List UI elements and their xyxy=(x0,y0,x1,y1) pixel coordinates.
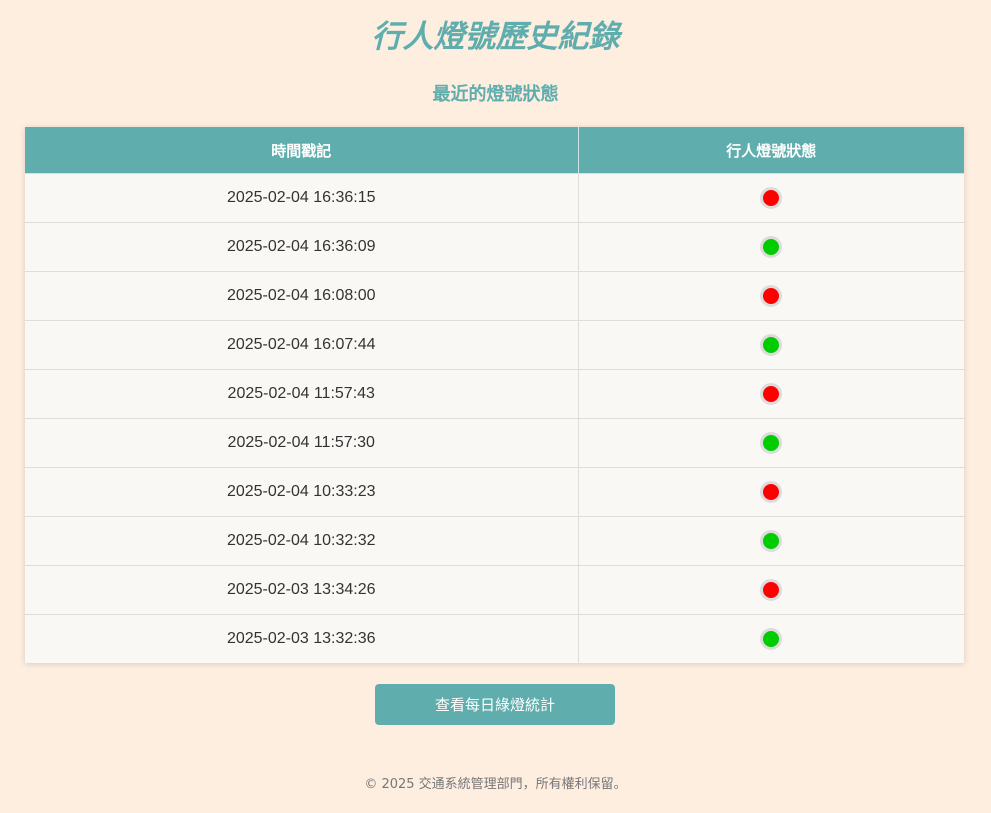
table-row: 2025-02-04 11:57:43 xyxy=(25,369,964,419)
status-cell xyxy=(578,369,964,419)
status-cell xyxy=(578,565,964,615)
red-light-icon xyxy=(760,383,783,405)
timestamp-cell: 2025-02-03 13:34:26 xyxy=(25,565,579,615)
daily-green-stats-button[interactable]: 查看每日綠燈統計 xyxy=(375,684,615,725)
table-row: 2025-02-04 11:57:30 xyxy=(25,418,964,468)
red-light-icon xyxy=(760,579,783,601)
section-subtitle: 最近的燈號狀態 xyxy=(432,84,559,105)
green-light-icon xyxy=(760,432,783,454)
timestamp-cell: 2025-02-04 16:36:15 xyxy=(25,173,579,223)
timestamp-cell: 2025-02-03 13:32:36 xyxy=(25,614,579,663)
status-cell xyxy=(578,320,964,370)
status-cell xyxy=(578,271,964,321)
table-row: 2025-02-04 16:08:00 xyxy=(25,271,964,321)
red-light-icon xyxy=(760,285,783,307)
timestamp-cell: 2025-02-04 11:57:30 xyxy=(25,418,579,468)
status-cell xyxy=(578,222,964,272)
page: 行人燈號歷史紀錄 最近的燈號狀態 時間戳記 行人燈號狀態 2025-02-04 … xyxy=(0,0,991,813)
table-row: 2025-02-04 10:33:23 xyxy=(25,467,964,517)
table-row: 2025-02-04 16:36:15 xyxy=(25,173,964,223)
timestamp-cell: 2025-02-04 10:33:23 xyxy=(25,467,579,517)
status-cell xyxy=(578,614,964,663)
column-header-status: 行人燈號狀態 xyxy=(578,127,964,174)
timestamp-cell: 2025-02-04 16:36:09 xyxy=(25,222,579,272)
footer-copyright: © 2025 交通系統管理部門，所有權利保留。 xyxy=(364,777,627,792)
table-row: 2025-02-04 16:07:44 xyxy=(25,320,964,370)
status-cell xyxy=(578,418,964,468)
status-cell xyxy=(578,173,964,223)
status-cell xyxy=(578,516,964,566)
red-light-icon xyxy=(760,187,783,209)
green-light-icon xyxy=(760,628,783,650)
timestamp-cell: 2025-02-04 16:07:44 xyxy=(25,320,579,370)
green-light-icon xyxy=(760,236,783,258)
history-table: 時間戳記 行人燈號狀態 2025-02-04 16:36:15 2025-02-… xyxy=(25,127,964,663)
timestamp-cell: 2025-02-04 11:57:43 xyxy=(25,369,579,419)
column-header-timestamp: 時間戳記 xyxy=(25,127,579,174)
timestamp-cell: 2025-02-04 16:08:00 xyxy=(25,271,579,321)
table-header: 時間戳記 行人燈號狀態 xyxy=(25,127,964,174)
red-light-icon xyxy=(760,481,783,503)
table-row: 2025-02-04 10:32:32 xyxy=(25,516,964,566)
page-title: 行人燈號歷史紀錄 xyxy=(371,19,620,55)
history-table-container: 時間戳記 行人燈號狀態 2025-02-04 16:36:15 2025-02-… xyxy=(25,127,964,663)
status-cell xyxy=(578,467,964,517)
table-row: 2025-02-04 16:36:09 xyxy=(25,222,964,272)
green-light-icon xyxy=(760,334,783,356)
green-light-icon xyxy=(760,530,783,552)
table-body: 2025-02-04 16:36:15 2025-02-04 16:36:09 … xyxy=(25,173,964,663)
table-row: 2025-02-03 13:32:36 xyxy=(25,614,964,663)
table-row: 2025-02-03 13:34:26 xyxy=(25,565,964,615)
timestamp-cell: 2025-02-04 10:32:32 xyxy=(25,516,579,566)
